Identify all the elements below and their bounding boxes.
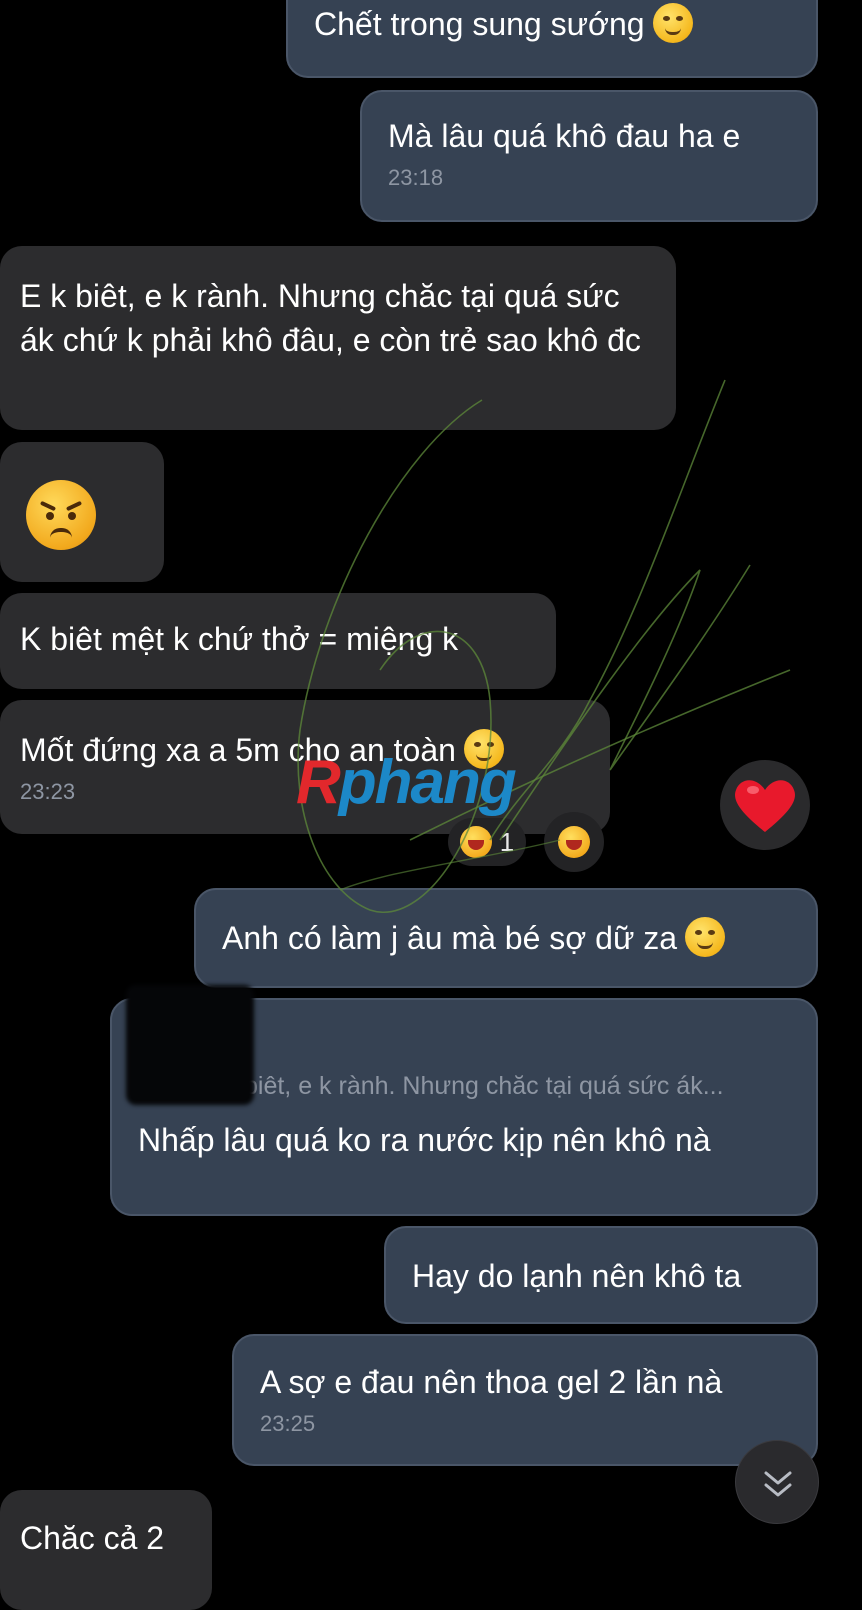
message-text: Chăc cả 2 (20, 1520, 165, 1556)
red-heart-icon (735, 780, 795, 832)
message-text: Hay do lạnh nên khô ta (412, 1258, 742, 1294)
scroll-to-bottom-button[interactable] (735, 1440, 819, 1524)
redacted-avatar (126, 985, 254, 1105)
message-bubble-sent[interactable]: Anh có làm j âu mà bé sợ dữ za (194, 888, 818, 988)
double-chevron-down-icon (764, 1471, 792, 1497)
message-text: Nhấp lâu quá ko ra nước kịp nên khô nà (138, 1122, 711, 1158)
message-text: K biêt mệt k chứ thở = miệng k (20, 621, 459, 657)
angry-face-icon (26, 480, 96, 550)
message-bubble-received[interactable]: E k biêt, e k rành. Nhưng chăc tại quá s… (0, 246, 676, 430)
reaction-laugh-add[interactable] (544, 812, 604, 872)
laughing-face-icon (459, 826, 492, 858)
message-text: Mà lâu quá khô đau ha e (388, 118, 741, 154)
reaction-count: 1 (499, 826, 515, 857)
message-text: A sợ e đau nên thoa gel 2 lần nà (260, 1364, 723, 1400)
message-bubble-received[interactable] (0, 442, 164, 582)
message-bubble-sent[interactable]: Mà lâu quá khô đau ha e 23:18 (360, 90, 818, 222)
reaction-laugh-count[interactable]: 1 (448, 818, 526, 866)
message-bubble-sent[interactable]: Chết trong sung sướng (286, 0, 818, 78)
message-bubble-sent[interactable]: Hay do lạnh nên khô ta (384, 1226, 818, 1324)
message-bubble-received[interactable]: K biêt mệt k chứ thở = miệng k (0, 593, 556, 689)
laughing-face-icon (558, 826, 590, 858)
message-text: Anh có làm j âu mà bé sợ dữ za (222, 916, 790, 960)
watermark-logo: Rphang (296, 748, 517, 817)
message-timestamp: 23:25 (260, 1411, 316, 1436)
thinking-face-icon (652, 3, 693, 43)
message-bubble-sent[interactable]: A sợ e đau nên thoa gel 2 lần nà 23:25 (232, 1334, 818, 1466)
message-text: Chết trong sung sướng (314, 2, 790, 46)
smirking-face-icon (685, 917, 726, 957)
message-bubble-received[interactable]: Chăc cả 2 (0, 1490, 212, 1610)
heart-reaction-button[interactable] (720, 760, 810, 850)
message-timestamp: 23:18 (388, 165, 444, 190)
message-text: E k biêt, e k rành. Nhưng chăc tại quá s… (20, 278, 641, 358)
